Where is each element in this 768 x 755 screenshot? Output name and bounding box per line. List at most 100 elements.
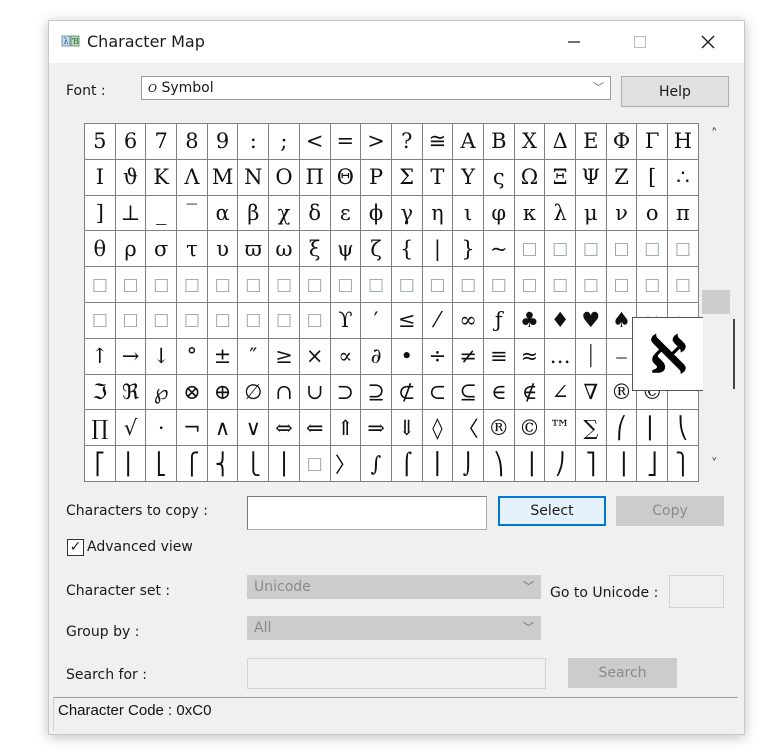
copy-button[interactable]: Copy (616, 496, 724, 526)
character-cell[interactable]: ′ (361, 302, 392, 339)
character-cell[interactable]: < (299, 124, 331, 160)
close-button[interactable] (685, 21, 731, 63)
character-cell[interactable]: ∫ (361, 446, 392, 482)
character-cell[interactable]: ⎤ (576, 446, 607, 482)
character-cell[interactable]: □ (453, 267, 484, 303)
character-cell[interactable]: × (299, 338, 331, 375)
character-cell[interactable]: ⎥ (606, 446, 638, 482)
character-cell[interactable]: [ (637, 159, 669, 196)
character-cell[interactable]: ∂ (361, 338, 392, 375)
character-cell[interactable]: ⎨ (207, 446, 239, 482)
character-cell[interactable]: □ (85, 302, 116, 339)
character-cell[interactable]: ] (85, 195, 116, 232)
search-button[interactable]: Search (568, 658, 677, 688)
character-cell[interactable]: □ (269, 267, 300, 303)
character-cell[interactable]: □ (637, 231, 669, 268)
character-cell[interactable]: } (453, 231, 484, 268)
character-cell[interactable]: □ (299, 302, 331, 339)
character-cell[interactable]: □ (514, 231, 546, 268)
character-cell[interactable]: □ (545, 267, 576, 303)
character-cell[interactable]: > (361, 124, 392, 160)
character-cell[interactable]: □ (606, 231, 638, 268)
character-cell[interactable]: ≤ (391, 302, 423, 339)
character-cell[interactable]: ∨ (238, 410, 270, 447)
character-cell[interactable]: ⇓ (391, 410, 423, 447)
character-cell[interactable]: □ (606, 267, 638, 303)
advanced-view-label[interactable]: Advanced view (87, 539, 193, 555)
character-cell[interactable]: κ (514, 195, 546, 232)
character-cell[interactable]: Τ (422, 159, 454, 196)
character-cell[interactable]: ⌡ (453, 446, 484, 482)
character-cell[interactable]: ± (207, 338, 239, 375)
character-cell[interactable]: ⎟ (514, 446, 546, 482)
character-cell[interactable]: ξ (299, 231, 331, 268)
character-cell[interactable]: ℜ (115, 374, 147, 411)
character-cell[interactable]: ≥ (269, 338, 300, 375)
character-cell[interactable]: Ψ (576, 159, 607, 196)
character-cell[interactable]: ℑ (85, 374, 116, 411)
character-cell[interactable]: χ (269, 195, 300, 232)
character-cell[interactable]: → (115, 338, 147, 375)
character-cell[interactable]: Υ (453, 159, 484, 196)
character-cell[interactable]: ζ (361, 231, 392, 268)
character-cell[interactable]: ⊄ (391, 374, 423, 411)
character-cell[interactable]: ∪ (299, 374, 331, 411)
character-cell[interactable]: ™ (545, 410, 576, 447)
character-cell[interactable]: ⊃ (330, 374, 362, 411)
character-cell[interactable]: © (514, 410, 546, 447)
character-cell[interactable]: 8 (177, 124, 208, 160)
character-cell[interactable]: λ (545, 195, 576, 232)
character-cell[interactable]: ⇒ (361, 410, 392, 447)
character-cell[interactable]: √ (115, 410, 147, 447)
character-cell[interactable]: ⎪ (269, 446, 300, 482)
character-cell[interactable]: ♥ (576, 302, 607, 339)
character-cell[interactable]: □ (299, 446, 331, 482)
character-cell[interactable]: Ι (85, 159, 116, 196)
character-cell[interactable]: □ (177, 302, 208, 339)
character-cell[interactable]: ∴ (668, 159, 699, 196)
character-cell[interactable]: ∧ (207, 410, 239, 447)
character-cell[interactable]: ∠ (545, 374, 576, 411)
character-cell[interactable]: ♣ (514, 302, 546, 339)
character-cell[interactable]: ⎫ (668, 446, 699, 482)
character-cell[interactable]: ⎧ (177, 446, 208, 482)
character-cell[interactable]: ⎝ (668, 410, 699, 447)
character-cell[interactable]: ⊇ (361, 374, 392, 411)
character-cell[interactable]: ÷ (422, 338, 454, 375)
character-cell[interactable]: ↑ (85, 338, 116, 375)
character-cell[interactable]: ∏ (85, 410, 116, 447)
character-cell[interactable]: □ (177, 267, 208, 303)
character-cell[interactable]: ◊ (422, 410, 454, 447)
character-cell[interactable]: τ (177, 231, 208, 268)
character-cell[interactable]: □ (115, 302, 147, 339)
character-cell[interactable]: 6 (115, 124, 147, 160)
character-cell[interactable]: ⎡ (85, 446, 116, 482)
character-cell[interactable]: ° (177, 338, 208, 375)
character-cell[interactable]: ⋅ (146, 410, 178, 447)
character-cell[interactable]: Φ (606, 124, 638, 160)
character-cell[interactable]: □ (391, 267, 423, 303)
character-cell[interactable]: ⎠ (545, 446, 576, 482)
character-cell[interactable]: Δ (545, 124, 576, 160)
character-cell[interactable]: ϑ (115, 159, 147, 196)
character-cell[interactable]: Λ (177, 159, 208, 196)
character-cell[interactable]: ∩ (269, 374, 300, 411)
character-cell[interactable]: □ (330, 267, 362, 303)
character-cell[interactable]: Ο (269, 159, 300, 196)
character-cell[interactable]: ∈ (483, 374, 515, 411)
character-cell[interactable]: … (545, 338, 576, 375)
scrollbar-thumb[interactable] (702, 290, 730, 314)
character-cell[interactable]: : (238, 124, 270, 160)
character-cell[interactable]: ϕ (361, 195, 392, 232)
minimize-button[interactable] (551, 21, 597, 63)
advanced-view-checkbox[interactable]: ✓ (67, 539, 84, 556)
character-cell[interactable]: ⎩ (238, 446, 270, 482)
character-cell[interactable]: □ (483, 267, 515, 303)
character-cell[interactable]: _ (146, 195, 178, 232)
character-cell[interactable]: α (207, 195, 239, 232)
character-cell[interactable]: □ (299, 267, 331, 303)
character-cell[interactable]: □ (514, 267, 546, 303)
character-cell[interactable]: □ (115, 267, 147, 303)
character-cell[interactable]: ® (483, 410, 515, 447)
scroll-down-arrow-icon[interactable]: ˅ (711, 457, 718, 472)
